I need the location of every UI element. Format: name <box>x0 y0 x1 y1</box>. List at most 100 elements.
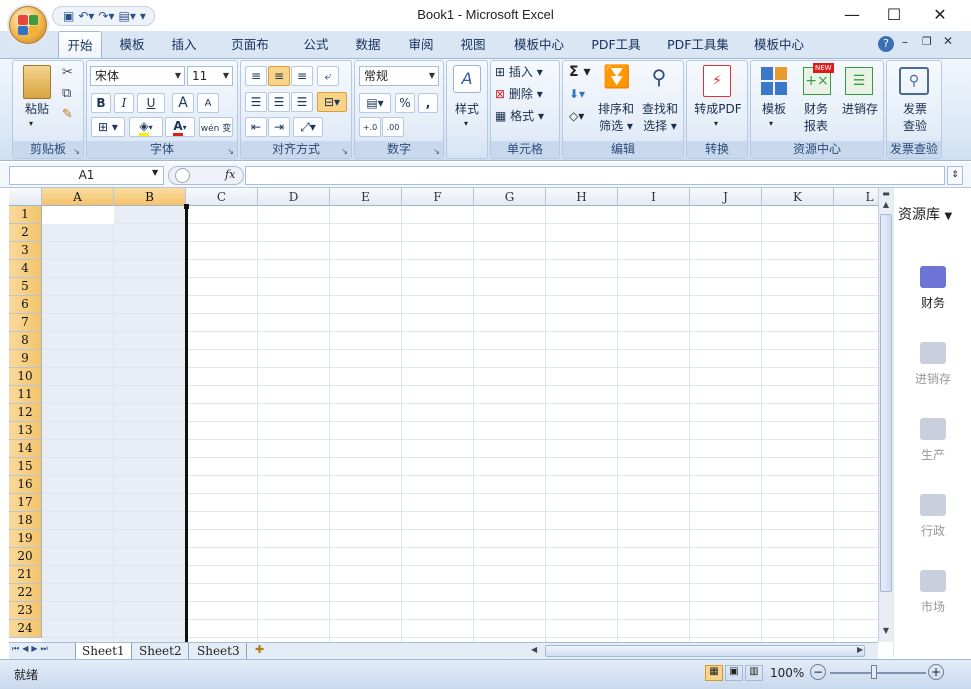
side-item-admin[interactable]: 行政 <box>894 494 971 539</box>
decrease-indent-icon[interactable]: ⇤ <box>245 117 267 137</box>
row-header[interactable]: 15 <box>9 458 42 476</box>
font-name-select[interactable]: 宋体 ▼ <box>90 66 185 86</box>
row-header[interactable]: 6 <box>9 296 42 314</box>
font-color-button[interactable]: A ▾ <box>165 117 195 137</box>
tab-home[interactable]: 开始 <box>58 31 102 58</box>
alignment-launcher-icon[interactable]: ↘ <box>341 147 348 156</box>
ribbon-close-icon[interactable]: ✕ <box>943 34 953 48</box>
fill-icon[interactable]: ⬇▾ <box>569 87 585 101</box>
invoice-button-label-2[interactable]: 查验 <box>887 118 943 134</box>
increase-indent-icon[interactable]: ⇥ <box>268 117 290 137</box>
delete-cells-button[interactable]: ⊠ 删除 ▾ <box>495 86 557 102</box>
page-layout-view-icon[interactable]: ▣ <box>725 665 743 681</box>
column-header[interactable]: H <box>546 188 618 206</box>
font-size-select[interactable]: 11 ▼ <box>187 66 233 86</box>
column-header[interactable]: D <box>258 188 330 206</box>
orientation-icon[interactable]: ⤢▾ <box>293 117 323 137</box>
formula-toggle-icon[interactable] <box>175 168 190 183</box>
spreadsheet-grid[interactable]: A B C D E F G H I J K L 1 2 3 4 5 6 7 8 9 10 11 12 13 14 15 16 17 18 1… <box>9 188 878 642</box>
number-format-select[interactable]: 常规 ▼ <box>359 66 439 86</box>
row-header[interactable]: 8 <box>9 332 42 350</box>
insert-cells-button[interactable]: ⊞ 插入 ▾ <box>495 64 557 80</box>
italic-button[interactable]: I <box>114 93 134 113</box>
column-header[interactable]: K <box>762 188 834 206</box>
row-header[interactable]: 14 <box>9 440 42 458</box>
row-header[interactable]: 7 <box>9 314 42 332</box>
tab-review[interactable]: 审阅 <box>399 31 443 58</box>
cut-icon[interactable]: ✂ <box>62 65 73 80</box>
side-panel-title[interactable]: 资源库 ▼ <box>898 204 952 224</box>
minimize-button[interactable]: — <box>830 3 874 27</box>
phonetic-button[interactable]: wén 变 <box>199 117 233 137</box>
h-scroll-right-icon[interactable]: ▶ <box>857 645 867 657</box>
clear-icon[interactable]: ◇▾ <box>569 109 584 123</box>
clipboard-launcher-icon[interactable]: ↘ <box>73 147 80 156</box>
select-all-corner[interactable] <box>9 188 42 206</box>
row-header[interactable]: 24 <box>9 620 42 638</box>
row-header[interactable]: 1 <box>9 206 42 224</box>
h-scroll-left-icon[interactable]: ◀ <box>531 645 541 657</box>
office-button[interactable] <box>9 6 47 44</box>
zoom-slider-track[interactable] <box>830 672 926 674</box>
row-header[interactable]: 17 <box>9 494 42 512</box>
bold-button[interactable]: B <box>91 93 111 113</box>
tab-pdf-toolset[interactable]: PDF工具集 <box>659 31 737 58</box>
tab-template-center[interactable]: 模板中心 <box>505 31 573 58</box>
format-cells-button[interactable]: ▦ 格式 ▾ <box>495 108 557 124</box>
align-left-icon[interactable]: ☰ <box>245 92 267 112</box>
inventory-button[interactable]: 进销存 <box>837 101 883 117</box>
tab-insert[interactable]: 插入 <box>162 31 206 58</box>
row-header[interactable]: 2 <box>9 224 42 242</box>
sheet-nav-icons[interactable]: ⏮◀▶⏭ <box>12 644 51 654</box>
merge-center-icon[interactable]: ⊟▾ <box>317 92 347 112</box>
row-header[interactable]: 16 <box>9 476 42 494</box>
tab-page-layout[interactable]: 页面布局 <box>218 31 282 79</box>
template-icon[interactable] <box>761 67 787 95</box>
row-header[interactable]: 3 <box>9 242 42 260</box>
style-button[interactable]: 样式 <box>447 101 487 117</box>
row-header[interactable]: 5 <box>9 278 42 296</box>
find-select-button[interactable]: 选择 ▾ <box>638 118 682 134</box>
convert-dropdown-icon[interactable]: ▾ <box>714 119 718 128</box>
font-launcher-icon[interactable]: ↘ <box>227 147 234 156</box>
convert-pdf-button[interactable]: 转成PDF <box>687 101 749 117</box>
tab-formulas[interactable]: 公式 <box>294 31 338 58</box>
increase-decimal-icon[interactable]: +.0 <box>359 117 381 137</box>
row-header[interactable]: 20 <box>9 548 42 566</box>
invoice-button-label[interactable]: 发票 <box>887 101 943 117</box>
insert-sheet-icon[interactable]: ✚ <box>255 643 264 656</box>
paste-dropdown-icon[interactable]: ▾ <box>29 119 33 128</box>
cell-style-icon[interactable]: A <box>453 65 481 93</box>
page-break-view-icon[interactable]: ▥ <box>745 665 763 681</box>
column-header[interactable]: A <box>42 188 114 206</box>
fx-icon[interactable]: fx <box>225 168 235 181</box>
tab-data[interactable]: 数据 <box>346 31 390 58</box>
style-dropdown-icon[interactable]: ▾ <box>464 119 468 128</box>
active-cell[interactable] <box>42 206 114 224</box>
align-bottom-icon[interactable]: ≡ <box>291 66 313 86</box>
ribbon-restore-icon[interactable]: ❐ <box>922 35 932 48</box>
border-button[interactable]: ⊞ ▾ <box>91 117 125 137</box>
currency-format-icon[interactable]: ▤▾ <box>359 93 391 113</box>
sort-filter-button[interactable]: 筛选 ▾ <box>595 118 637 134</box>
column-header[interactable]: L <box>834 188 878 206</box>
row-header[interactable]: 18 <box>9 512 42 530</box>
split-handle-icon[interactable]: ▬ <box>880 189 892 199</box>
side-item-production[interactable]: 生产 <box>894 418 971 463</box>
column-header[interactable]: B <box>114 188 186 206</box>
finance-report-label-2[interactable]: 报表 <box>795 118 837 134</box>
sheet-tab-1[interactable]: Sheet1 <box>75 643 132 660</box>
expand-formula-icon[interactable]: ⇕ <box>947 166 963 185</box>
binoculars-icon[interactable]: ⚲ <box>645 65 673 93</box>
row-header[interactable]: 10 <box>9 368 42 386</box>
inventory-icon[interactable]: ☰ <box>845 67 873 95</box>
comma-button[interactable]: , <box>418 93 438 113</box>
fill-handle[interactable] <box>184 204 189 209</box>
column-header[interactable]: C <box>186 188 258 206</box>
name-box-dropdown-icon[interactable]: ▼ <box>152 168 158 177</box>
tab-template-center-2[interactable]: 模板中心 <box>745 31 813 58</box>
normal-view-icon[interactable]: ▦ <box>705 665 723 681</box>
column-header[interactable]: G <box>474 188 546 206</box>
row-header[interactable]: 22 <box>9 584 42 602</box>
row-header[interactable]: 4 <box>9 260 42 278</box>
